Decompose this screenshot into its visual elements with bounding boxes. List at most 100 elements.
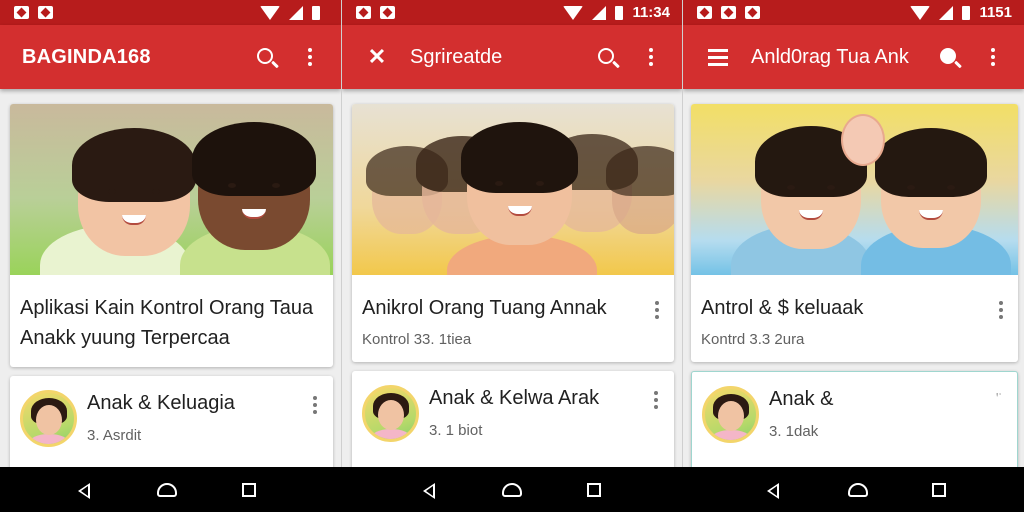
screens-row: BAGINDA168 Aplikasi Kain Kontrol Orang T… — [0, 0, 1024, 467]
back-icon — [78, 483, 90, 499]
search-icon — [597, 47, 614, 64]
recents-icon — [587, 483, 601, 497]
content: Antrol & $ keluaak Kontrd 3.3 2ura Anak … — [683, 89, 1024, 467]
list-item[interactable]: Anak & 3. 1dak ꞌʿ — [691, 371, 1018, 467]
battery-icon — [962, 5, 971, 20]
list-item-title: Anak & Kelwa Arak — [429, 387, 600, 409]
status-bar — [0, 0, 341, 25]
back-icon — [767, 483, 779, 499]
more-vert-icon — [649, 48, 653, 66]
back-icon — [423, 483, 435, 499]
notification-icon — [356, 6, 371, 19]
search-button[interactable] — [249, 40, 283, 74]
avatar — [702, 386, 759, 443]
list-item-subtitle: 3. Asrdit — [87, 427, 142, 444]
phone-screen-2: 11:34 ✕ Sgrireatde Anikrol Orang Tuang A… — [341, 0, 682, 467]
signal-icon — [289, 5, 303, 20]
card-menu-button[interactable] — [994, 293, 1008, 319]
app-title: Anld0rag Tua Ank — [751, 45, 909, 68]
app-bar: BAGINDA168 — [0, 25, 341, 89]
app-bar: ✕ Sgrireatde — [342, 25, 682, 89]
more-vert-icon — [991, 48, 995, 66]
home-icon — [502, 483, 522, 497]
home-icon — [157, 483, 177, 497]
recents-button[interactable] — [240, 481, 258, 499]
overflow-menu-button[interactable] — [293, 40, 327, 74]
more-vert-icon — [655, 301, 659, 319]
phone-screen-1: BAGINDA168 Aplikasi Kain Kontrol Orang T… — [0, 0, 341, 467]
status-bar: 1151 — [683, 0, 1024, 25]
feature-card[interactable]: Antrol & $ keluaak Kontrd 3.3 2ura — [691, 104, 1018, 362]
avatar — [362, 385, 419, 442]
overflow-menu-button[interactable] — [634, 40, 668, 74]
card-subtitle: Kontrol 33. 1tiea — [362, 331, 472, 348]
home-button[interactable] — [848, 481, 868, 499]
card-subtitle: Kontrd 3.3 2ura — [701, 331, 805, 348]
status-bar: 11:34 — [342, 0, 682, 25]
system-navigation-bar — [0, 467, 1024, 512]
hero-image — [352, 104, 674, 275]
feature-card[interactable]: Anikrol Orang Tuang Annak Kontrol 33. 1t… — [352, 104, 674, 362]
signal-icon — [592, 5, 607, 20]
signal-icon — [939, 5, 954, 20]
item-menu-button[interactable] — [648, 385, 664, 409]
search-button[interactable] — [932, 40, 966, 74]
tools-button[interactable]: ✕ — [364, 46, 390, 68]
hero-image — [10, 104, 333, 275]
notification-icon — [380, 6, 395, 19]
phone-screen-3: 1151 Anld0rag Tua Ank Antrol & $ keluaak… — [682, 0, 1024, 467]
home-button[interactable] — [502, 481, 522, 499]
notification-icon — [697, 6, 712, 19]
back-button[interactable] — [76, 481, 94, 499]
card-title: Anikrol Orang Tuang Annak — [362, 297, 607, 319]
back-button[interactable] — [421, 481, 439, 499]
recents-button[interactable] — [930, 481, 948, 499]
home-icon — [848, 483, 868, 497]
more-vert-icon — [308, 48, 312, 66]
list-item-subtitle: 3. 1dak — [769, 423, 819, 440]
recents-icon — [932, 483, 946, 497]
content: Anikrol Orang Tuang Annak Kontrol 33. 1t… — [342, 89, 682, 467]
notification-icon — [38, 6, 53, 19]
app-title: Sgrireatde — [410, 45, 503, 68]
more-vert-icon — [999, 301, 1003, 319]
search-button[interactable] — [590, 40, 624, 74]
menu-icon — [708, 48, 728, 66]
list-item-subtitle: 3. 1 biot — [429, 422, 483, 439]
notification-icon — [14, 6, 29, 19]
list-item[interactable]: Anak & Keluagia 3. Asrdit — [10, 376, 333, 467]
battery-icon — [312, 5, 320, 20]
item-menu-button[interactable] — [307, 390, 323, 414]
app-title: BAGINDA168 — [22, 45, 151, 68]
list-item-title: Anak & Keluagia — [87, 392, 235, 414]
recents-button[interactable] — [585, 481, 603, 499]
status-time: 11:34 — [632, 4, 670, 21]
card-title: Aplikasi Kain Kontrol Orang Taua Anakk y… — [20, 297, 314, 349]
card-title: Antrol & $ keluaak — [701, 297, 864, 319]
overflow-menu-button[interactable] — [976, 40, 1010, 74]
app-bar: Anld0rag Tua Ank — [683, 25, 1024, 89]
avatar — [20, 390, 77, 447]
battery-icon — [615, 5, 624, 20]
home-button[interactable] — [157, 481, 177, 499]
notification-icon — [745, 6, 760, 19]
feature-card[interactable]: Aplikasi Kain Kontrol Orang Taua Anakk y… — [10, 104, 333, 367]
tools-icon: ✕ — [367, 44, 387, 69]
card-menu-button[interactable] — [650, 293, 664, 319]
list-item-title: Anak & — [769, 388, 834, 410]
notification-icon — [721, 6, 736, 19]
hero-image — [691, 104, 1018, 275]
wifi-icon — [563, 5, 584, 20]
search-icon — [939, 47, 956, 64]
search-icon — [256, 47, 273, 64]
wifi-icon — [910, 5, 931, 20]
item-side-mark[interactable]: ꞌʿ — [991, 386, 1007, 404]
more-vert-icon — [654, 391, 658, 409]
content: Aplikasi Kain Kontrol Orang Taua Anakk y… — [0, 89, 341, 467]
more-vert-icon — [313, 396, 317, 414]
list-item[interactable]: Anak & Kelwa Arak 3. 1 biot — [352, 371, 674, 467]
wifi-icon — [260, 5, 280, 20]
menu-button[interactable] — [705, 48, 731, 66]
recents-icon — [242, 483, 256, 497]
back-button[interactable] — [765, 481, 783, 499]
